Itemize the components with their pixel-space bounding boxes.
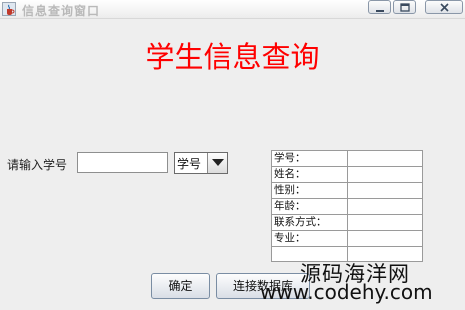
maximize-icon xyxy=(400,3,410,12)
field-label: 姓名： xyxy=(272,167,348,182)
query-type-selected: 学号 xyxy=(177,157,202,171)
field-value xyxy=(348,215,422,230)
chevron-down-icon xyxy=(212,159,224,166)
java-coffee-icon xyxy=(2,2,16,16)
student-info-table: 学号： 姓名： 性别： 年龄： 联系方式： 专业： xyxy=(271,150,423,262)
minimize-icon xyxy=(376,10,384,12)
student-id-label: 请输入学号 xyxy=(7,158,68,172)
table-row: 年龄： xyxy=(272,199,422,215)
query-type-select[interactable]: 学号 xyxy=(174,152,228,174)
field-label: 学号： xyxy=(272,151,348,166)
field-label: 年龄： xyxy=(272,199,348,214)
student-id-input[interactable] xyxy=(77,152,168,173)
field-label: 性别： xyxy=(272,183,348,198)
close-icon xyxy=(440,3,449,12)
table-row: 联系方式： xyxy=(272,215,422,231)
table-row: 专业： xyxy=(272,231,422,247)
maximize-button[interactable] xyxy=(393,0,416,14)
window-title: 信息查询窗口 xyxy=(22,4,101,18)
field-value xyxy=(348,151,422,166)
confirm-button[interactable]: 确定 xyxy=(151,273,210,299)
table-row: 学号： xyxy=(272,151,422,167)
table-row: 姓名： xyxy=(272,167,422,183)
field-label: 专业： xyxy=(272,231,348,246)
page-title: 学生信息查询 xyxy=(145,40,320,74)
field-value xyxy=(348,231,422,246)
close-button[interactable] xyxy=(425,0,463,14)
watermark-url: www.codehy.com xyxy=(260,280,433,304)
field-label: 联系方式： xyxy=(272,215,348,230)
table-row: 性别： xyxy=(272,183,422,199)
field-value xyxy=(348,183,422,198)
minimize-button[interactable] xyxy=(368,0,391,14)
title-bar[interactable]: 信息查询窗口 xyxy=(0,0,465,19)
field-value xyxy=(348,167,422,182)
dropdown-button[interactable] xyxy=(207,153,227,173)
field-value xyxy=(348,199,422,214)
